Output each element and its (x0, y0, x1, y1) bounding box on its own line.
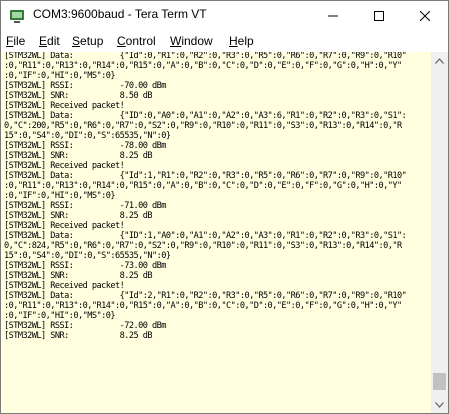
terminal-line: :0,"IF":0,"HI":0,"MS":0} (4, 71, 116, 81)
terminal-line: [STM32WL] Data: {"ID":0,"A0":0,"A1":0,"A… (4, 111, 407, 121)
terminal-line: :0,"R11":0,"R13":0,"R14":0,"R15":0,"A":0… (4, 61, 402, 71)
terminal-line: :0,"R11":0,"R13":0,"R14":0,"R15":0,"A":0… (4, 181, 402, 191)
terminal-line: [STM32WL] RSSI: -70.00 dBm (4, 81, 166, 91)
terminal-line: 0,"C":200,"R5":0,"R6":0,"R7":0,"S2":0,"R… (4, 121, 402, 131)
terminal-line: [STM32WL] SNR: 8.25 dB (4, 151, 153, 161)
terminal-line: [STM32WL] RSSI: -73.00 dBm (4, 261, 166, 271)
menu-bar: File Edit Setup Control Window Help (1, 32, 448, 51)
terminal-line: [STM32WL] Received packet! (4, 281, 125, 291)
terminal-line: [STM32WL] RSSI: -71.00 dBm (4, 201, 166, 211)
tera-term-icon[interactable] (9, 8, 25, 24)
close-icon (420, 11, 430, 21)
title-bar[interactable]: COM3:9600baud - Tera Term VT (1, 1, 448, 31)
close-button[interactable] (402, 1, 448, 31)
vertical-scrollbar[interactable] (431, 52, 448, 413)
terminal-line: [STM32WL] RSSI: -72.00 dBm (4, 321, 166, 331)
maximize-icon (374, 11, 384, 21)
menu-control[interactable]: Control (117, 34, 156, 48)
terminal-line: [STM32WL] Received packet! (4, 221, 125, 231)
terminal-line: :0,"IF":0,"HI":0,"MS":0} (4, 191, 116, 201)
terminal-line: [STM32WL] RSSI: -78.00 dBm (4, 141, 166, 151)
terminal-line: [STM32WL] Received packet! (4, 101, 125, 111)
menu-file[interactable]: File (6, 34, 25, 48)
terminal-line: :0,"R11":0,"R13":0,"R14":0,"R15":0,"A":0… (4, 301, 402, 311)
terminal-line: [STM32WL] SNR: 8.25 dB (4, 331, 153, 341)
terminal-line: [STM32WL] SNR: 8.25 dB (4, 271, 153, 281)
terminal-line: [STM32WL] Data: {"Id":1,"R1":0,"R2":0,"R… (4, 171, 407, 181)
minimize-button[interactable] (310, 1, 356, 31)
terminal-line: 15":0,"S4":0,"DI":0,"S":65535,"N":0} (4, 131, 171, 141)
terminal-line: [STM32WL] Data: {"Id":2,"R1":0,"R2":0,"R… (4, 291, 407, 301)
chevron-up-icon (435, 57, 444, 64)
minimize-icon (328, 15, 338, 17)
menu-setup[interactable]: Setup (72, 34, 103, 48)
terminal-line: 0,"C":824,"R5":0,"R6":0,"R7":0,"S2":0,"R… (4, 241, 402, 251)
scroll-up-button[interactable] (431, 52, 448, 69)
scroll-down-button[interactable] (431, 396, 448, 413)
menu-help[interactable]: Help (229, 34, 254, 48)
terminal-line: 15":0,"S4":0,"DI":0,"S":65535,"N":0} (4, 251, 171, 261)
menu-window[interactable]: Window (170, 34, 213, 48)
window-title: COM3:9600baud - Tera Term VT (33, 7, 207, 21)
terminal-output[interactable]: [STM32WL] Data: {"Id":0,"R1":0,"R2":0,"R… (2, 52, 431, 413)
scrollbar-thumb[interactable] (433, 373, 446, 390)
terminal-line: [STM32WL] Data: {"Id":0,"R1":0,"R2":0,"R… (4, 52, 407, 61)
terminal-line: [STM32WL] SNR: 8.25 dB (4, 211, 153, 221)
chevron-down-icon (435, 401, 444, 408)
tera-term-window: COM3:9600baud - Tera Term VT File Edit S… (0, 0, 449, 414)
terminal-line: :0,"IF":0,"HI":0,"MS":0} (4, 311, 116, 321)
menu-edit[interactable]: Edit (39, 34, 60, 48)
terminal-line: [STM32WL] Data: {"ID":1,"A0":0,"A1":0,"A… (4, 231, 407, 241)
terminal-line: [STM32WL] Received packet! (4, 161, 125, 171)
terminal-line: [STM32WL] SNR: 8.50 dB (4, 91, 153, 101)
maximize-button[interactable] (356, 1, 402, 31)
